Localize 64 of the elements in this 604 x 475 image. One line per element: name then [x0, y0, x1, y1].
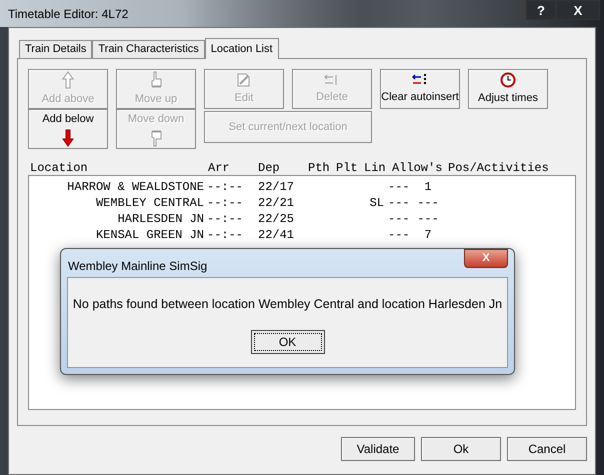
- dialog-title: Wembley Mainline SimSig: [67, 258, 208, 275]
- close-button[interactable]: X: [556, 0, 600, 20]
- location-name: WEMBLEY CENTRAL: [94, 195, 204, 212]
- toolbar-button[interactable]: Add below: [28, 109, 108, 149]
- column-header: Arr: [207, 160, 231, 175]
- line-code: SL: [368, 195, 385, 212]
- column-header: Location: [30, 160, 89, 175]
- button-label: Add below: [42, 112, 94, 127]
- departure-time: 22/21: [257, 195, 296, 212]
- button-label: Edit: [234, 90, 254, 106]
- column-header: Plt: [335, 160, 359, 175]
- arrival-time: --:--: [206, 179, 244, 196]
- tab[interactable]: Train Details: [19, 40, 92, 58]
- column-header: Allow's: [391, 160, 444, 175]
- departure-time: 22/41: [257, 227, 296, 244]
- allowance-value: ---: [388, 227, 411, 244]
- down-arrow-icon: [62, 129, 74, 148]
- location-name: HARROW & WEALDSTONE: [66, 179, 204, 196]
- help-button[interactable]: ?: [526, 0, 556, 20]
- dialog-button[interactable]: Validate: [341, 437, 415, 461]
- position-value: ---: [416, 195, 440, 212]
- departure-time: 22/25: [257, 211, 296, 228]
- allowance-value: ---: [388, 195, 411, 212]
- location-name: KENSAL GREEN JN: [94, 227, 204, 244]
- button-label: Delete: [316, 90, 348, 105]
- toolbar-button[interactable]: Clear autoinsert: [380, 69, 460, 109]
- location-row[interactable]: HARROW & WEALDSTONE --:-- 22/17 --- 1: [29, 179, 575, 195]
- dialog-message: No paths found between location Wembley Central and location Harlesden Jn: [72, 296, 502, 313]
- column-header: Dep: [257, 160, 281, 175]
- column-header: Lin: [363, 160, 387, 175]
- button-label: Adjust times: [478, 90, 538, 106]
- tab[interactable]: Location List: [204, 38, 279, 59]
- window-title: Timetable Editor: 4L72: [8, 6, 130, 23]
- position-value: ---: [416, 211, 440, 228]
- ok-button[interactable]: OK: [250, 330, 324, 354]
- button-label: Set current/next location: [228, 120, 348, 135]
- location-name: HARLESDEN JN: [116, 211, 204, 228]
- location-row[interactable]: WEMBLEY CENTRAL --:-- 22/21 SL --- ---: [29, 195, 575, 211]
- document-pencil-icon: [236, 72, 252, 88]
- tab[interactable]: Train Characteristics: [92, 40, 205, 58]
- clock-icon: [500, 72, 516, 88]
- up-arrow-icon: [62, 70, 74, 89]
- dialog-button[interactable]: Ok: [421, 437, 501, 461]
- pointing-hand-icon: [149, 129, 163, 148]
- arrival-time: --:--: [206, 195, 244, 212]
- allowance-value: ---: [388, 179, 411, 196]
- arrival-time: --:--: [206, 211, 244, 228]
- dialog-button[interactable]: Cancel: [507, 437, 587, 461]
- position-value: 7: [423, 227, 433, 244]
- column-header: Pos/Activities: [447, 160, 550, 175]
- departure-time: 22/17: [257, 179, 296, 196]
- location-row[interactable]: KENSAL GREEN JN --:-- 22/41 --- 7: [29, 227, 575, 243]
- toolbar-button[interactable]: Adjust times: [468, 69, 548, 109]
- column-header: Pth: [307, 160, 331, 175]
- arrival-time: --:--: [206, 227, 244, 244]
- button-label: Clear autoinsert: [381, 90, 459, 105]
- button-label: Move down: [128, 112, 184, 127]
- pointing-hand-icon: [149, 70, 163, 89]
- arrows-lines-icon: [412, 72, 428, 87]
- position-value: 1: [423, 179, 433, 196]
- allowance-value: ---: [388, 211, 411, 228]
- button-label: Move up: [134, 92, 178, 107]
- location-row[interactable]: HARLESDEN JN --:-- 22/25 --- ---: [29, 211, 575, 227]
- button-label: Add above: [42, 92, 94, 107]
